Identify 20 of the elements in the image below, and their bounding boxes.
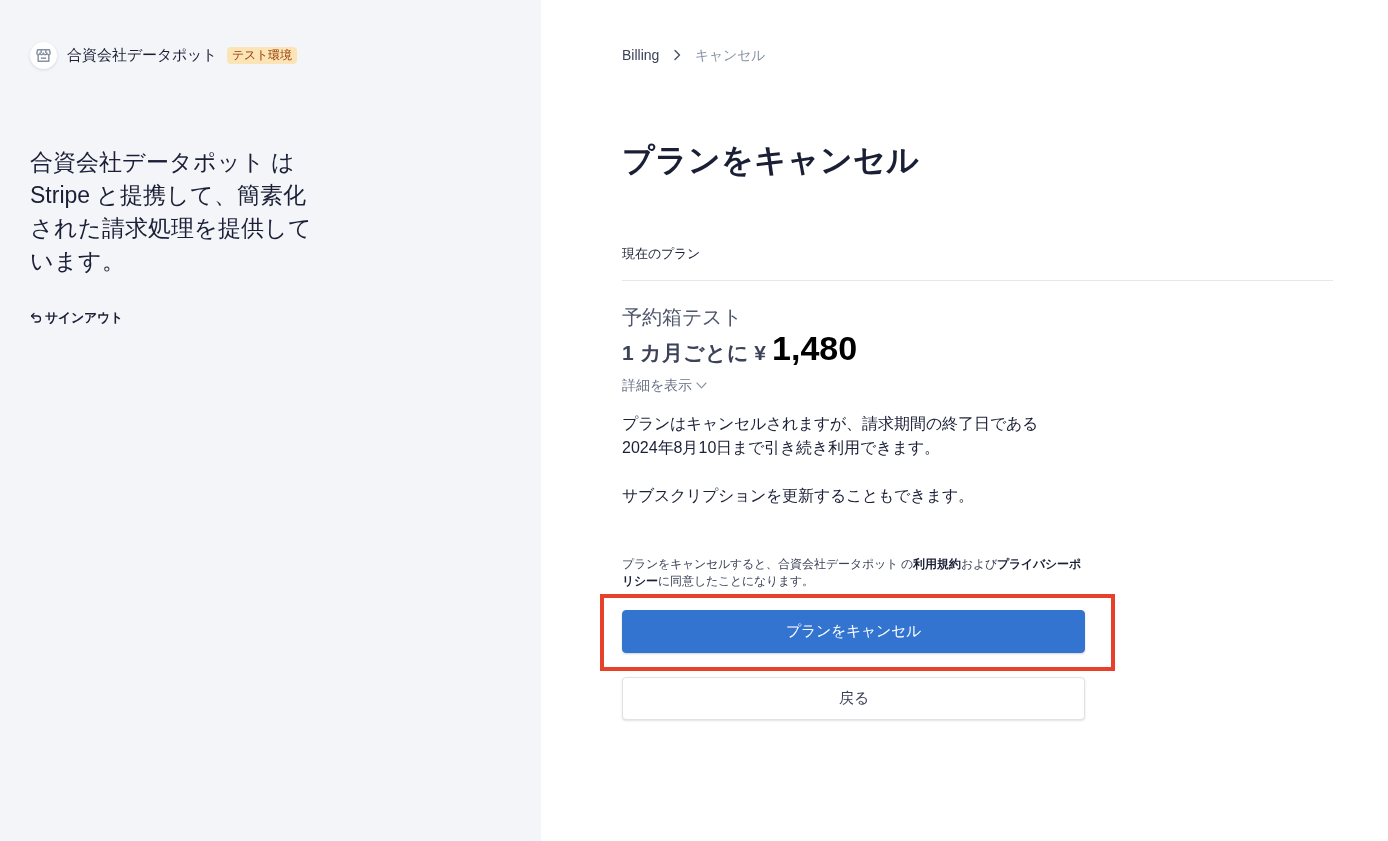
chevron-right-icon [673, 49, 682, 61]
sign-out-link[interactable]: サインアウト [30, 308, 123, 328]
return-arrow-icon [30, 312, 42, 324]
price-amount: 1,480 [772, 329, 858, 367]
info-message: サブスクリプションを更新することもできます。 [622, 486, 975, 506]
environment-badge: テスト環境 [227, 46, 297, 64]
page-title: プランをキャンセル [622, 141, 920, 180]
terms-notice: プランをキャンセルすると、合資会社データポット の利用規約およびプライバシーポリシーに同意したことになります。 [622, 556, 1083, 590]
info-message: プランはキャンセルされますが、請求期間の終了日である2024年8月10日まで引き続き利用できます。 [622, 414, 1039, 458]
sidebar-headline: 合資会社データポット は Stripe と提携して、簡素化された請求処理を提供しています。 [30, 148, 313, 276]
cancel-plan-button[interactable]: プランをキャンセル [622, 610, 1085, 653]
plan-name: 予約箱テスト [622, 305, 742, 330]
billing-interval: 1 カ月ごとに ¥ [622, 340, 767, 366]
breadcrumb-link[interactable]: Billing [622, 45, 660, 65]
storefront-icon [30, 41, 57, 69]
show-details-link[interactable]: 詳細を表示 [622, 375, 707, 395]
back-button[interactable]: 戻る [622, 677, 1085, 720]
breadcrumb-current-page: キャンセル [695, 46, 766, 65]
merchant-name: 合資会社データポット [67, 45, 217, 65]
section-heading: 現在のプラン [622, 244, 1333, 281]
